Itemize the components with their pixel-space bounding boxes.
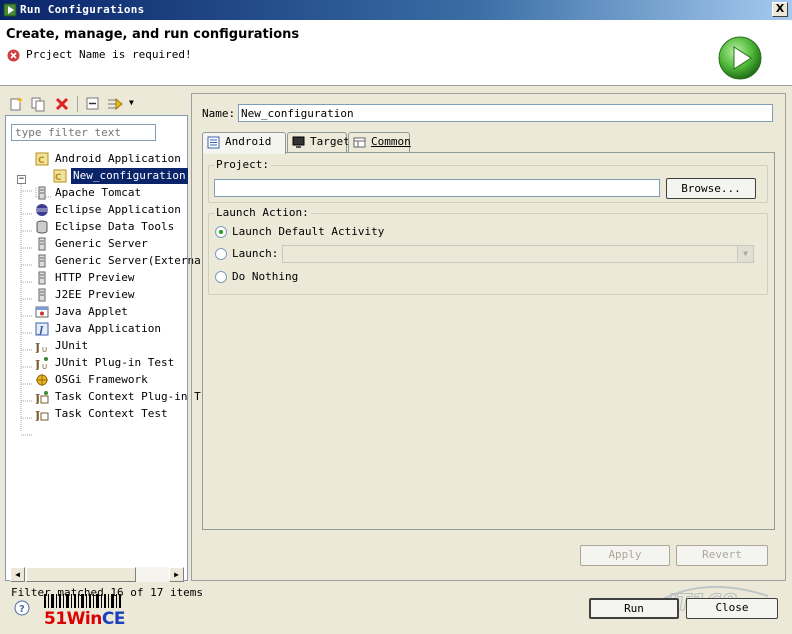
svg-text:J: J: [35, 392, 40, 404]
junit-plugin-icon: JU: [35, 357, 48, 370]
barcode-graphic: [44, 594, 121, 608]
name-input[interactable]: [238, 104, 773, 122]
project-group-title: Project:: [214, 158, 271, 171]
server-icon: [38, 254, 46, 268]
monitor-icon: [292, 136, 305, 148]
configuration-icon: C: [53, 169, 67, 183]
launch-activity-select[interactable]: ▼: [282, 245, 754, 263]
android-tab-content: Project: Browse... Launch Action: Launch…: [202, 152, 775, 530]
browse-button[interactable]: Browse...: [666, 178, 756, 199]
launch-action-group: Launch Action: Launch Default Activity L…: [208, 206, 768, 295]
server-icon: [38, 288, 46, 302]
help-icon[interactable]: ?: [14, 600, 30, 616]
run-config-window-icon: [3, 3, 17, 17]
filter-menu-chevron-icon[interactable]: ▼: [129, 98, 134, 107]
launch-action-group-title: Launch Action:: [214, 206, 311, 219]
collapse-all-icon[interactable]: [85, 96, 101, 112]
window-title: Run Configurations: [20, 3, 145, 16]
run-button[interactable]: Run: [589, 598, 679, 619]
android-tab-icon: [207, 136, 220, 149]
toolbar-separator: [77, 96, 78, 112]
scroll-right-arrow-icon[interactable]: ▶: [169, 567, 184, 582]
config-toolbar: ▼: [5, 93, 188, 115]
svg-text:J: J: [37, 326, 44, 336]
server-icon: [38, 186, 46, 200]
task-context-plugin-icon: J: [35, 391, 49, 404]
applet-icon: [35, 306, 49, 318]
scrollbar-thumb[interactable]: [26, 567, 136, 582]
android-app-icon: C: [35, 152, 49, 166]
apply-button[interactable]: Apply: [580, 545, 670, 566]
configuration-editor-panel: Name: Android Target Common Project: Bro…: [191, 93, 786, 581]
logo-text: 51WinCE: [44, 609, 125, 629]
tab-common[interactable]: Common: [348, 132, 411, 152]
eclipse-icon: [36, 204, 48, 216]
close-button[interactable]: Close: [686, 598, 778, 619]
tab-target[interactable]: Target: [287, 132, 350, 152]
dialog-banner: Create, manage, and run configurations P…: [0, 20, 792, 86]
revert-button[interactable]: Revert: [676, 545, 768, 566]
run-large-icon: [718, 36, 762, 80]
duplicate-config-icon[interactable]: [30, 96, 46, 112]
filter-config-icon[interactable]: [107, 96, 123, 112]
site-logo: 51WinCE: [44, 594, 125, 630]
task-context-icon: J: [35, 409, 49, 421]
editor-tabs: Android Target Common Project: Browse...…: [202, 132, 775, 530]
junit-icon: JU: [35, 341, 47, 353]
chevron-down-icon[interactable]: ▼: [737, 246, 753, 262]
svg-text:C: C: [55, 173, 62, 183]
svg-text:U: U: [42, 363, 47, 370]
banner-title: Create, manage, and run configurations: [6, 27, 300, 42]
new-config-icon[interactable]: [8, 96, 24, 112]
project-group: Project: Browse...: [208, 158, 768, 203]
svg-text:J: J: [35, 358, 40, 370]
database-icon: [36, 220, 48, 234]
delete-config-icon[interactable]: [54, 96, 70, 112]
svg-text:U: U: [42, 346, 47, 353]
configuration-list-panel: ▼ type filter text − C Android Applicati…: [5, 93, 203, 599]
server-icon: [38, 237, 46, 251]
window-close-button[interactable]: X: [772, 2, 788, 17]
tab-android[interactable]: Android: [202, 132, 286, 154]
svg-text:?: ?: [19, 604, 25, 615]
name-label: Name:: [202, 107, 236, 120]
tree-horizontal-scrollbar[interactable]: ◀ ▶: [10, 567, 184, 582]
project-input[interactable]: [214, 179, 660, 197]
scroll-left-arrow-icon[interactable]: ◀: [10, 567, 25, 582]
config-tree: − C Android Application C New_configurat…: [5, 115, 203, 599]
error-icon: [7, 49, 20, 62]
svg-text:C: C: [38, 156, 45, 166]
svg-text:J: J: [35, 341, 40, 353]
server-icon: [38, 271, 46, 285]
java-app-icon: J: [35, 322, 49, 336]
svg-text:J: J: [35, 409, 40, 421]
radio-launch-circle[interactable]: [215, 248, 227, 260]
tree-collapse-toggle[interactable]: −: [17, 175, 26, 184]
osgi-icon: [36, 374, 48, 386]
error-message: Prcject Name is required!: [26, 48, 192, 61]
radio-default-circle[interactable]: [215, 226, 227, 238]
common-icon: [353, 137, 366, 148]
title-bar: Run Configurations X: [0, 0, 792, 20]
radio-nothing-circle[interactable]: [215, 271, 227, 283]
